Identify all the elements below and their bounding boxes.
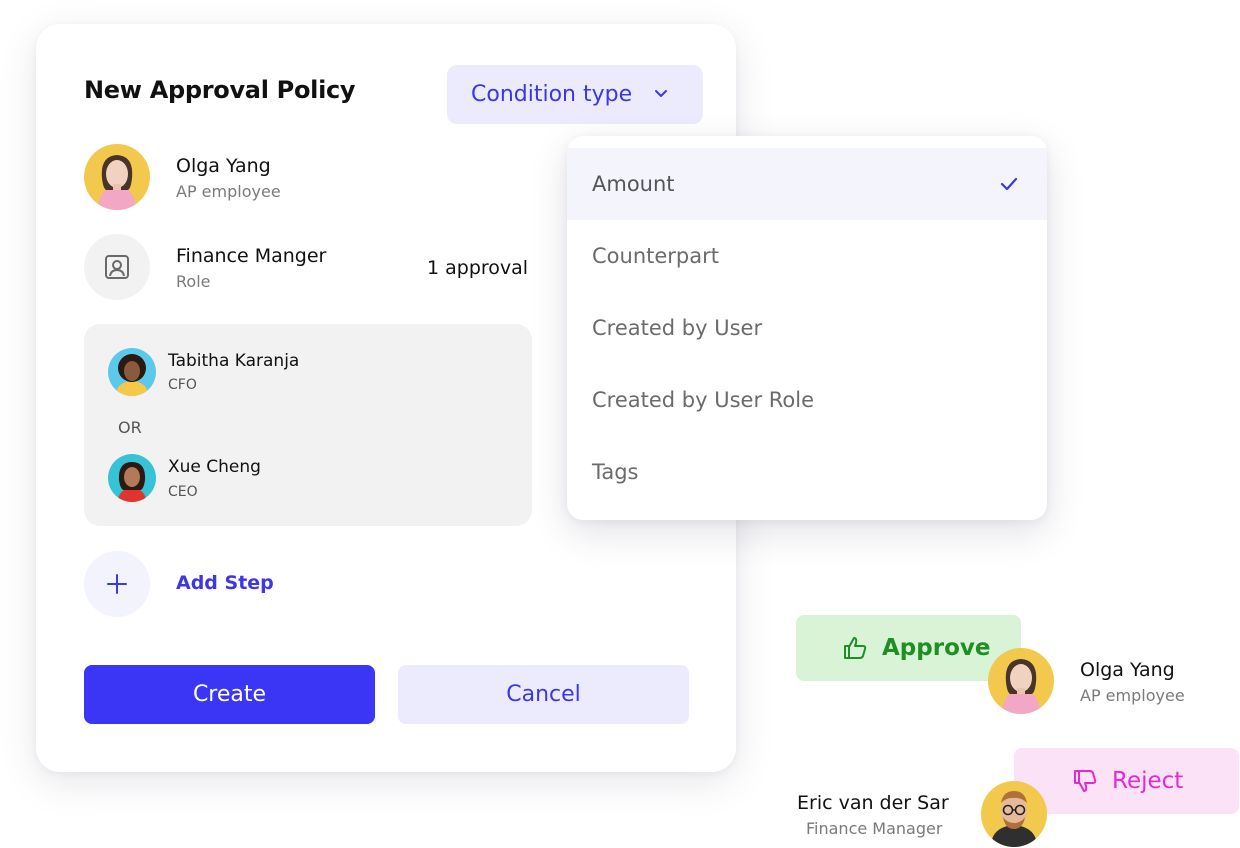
approver-name: Xue Cheng — [168, 457, 261, 477]
avatar-xue-cheng — [108, 454, 156, 502]
step-role-name: Finance Manger — [176, 245, 327, 267]
approve-button[interactable]: Approve — [796, 615, 1021, 681]
dropdown-option-label: Counterpart — [592, 244, 719, 268]
step-role-subtitle: Role — [176, 272, 211, 291]
approver-user-subtitle: AP employee — [1080, 686, 1185, 705]
avatar-tabitha-karanja — [108, 348, 156, 396]
or-separator: OR — [118, 418, 142, 437]
avatar-olga-yang — [84, 144, 150, 210]
dropdown-option-label: Amount — [592, 172, 675, 196]
avatar-eric-van-der-sar — [981, 781, 1047, 847]
thumbs-down-icon — [1074, 770, 1097, 792]
condition-type-label: Condition type — [471, 82, 633, 107]
avatar-olga-yang — [988, 648, 1054, 714]
cancel-button[interactable]: Cancel — [398, 665, 689, 724]
dropdown-option-created-by-user[interactable]: Created by User — [567, 292, 1047, 364]
or-approver-group: Tabitha Karanja CFO OR Xue Cheng CEO — [84, 324, 532, 526]
step-user-subtitle: AP employee — [176, 182, 281, 201]
page-title: New Approval Policy — [84, 76, 356, 104]
approve-label: Approve — [882, 635, 991, 661]
add-step-button[interactable] — [84, 551, 150, 617]
step-user-name: Olga Yang — [176, 155, 271, 177]
condition-type-button[interactable]: Condition type — [447, 65, 703, 124]
plus-icon — [107, 574, 127, 594]
dropdown-option-label: Tags — [592, 460, 639, 484]
reject-label: Reject — [1112, 768, 1184, 794]
dropdown-option-label: Created by User — [592, 316, 763, 340]
dropdown-option-tags[interactable]: Tags — [567, 436, 1047, 508]
dropdown-option-counterpart[interactable]: Counterpart — [567, 220, 1047, 292]
role-badge — [84, 234, 150, 300]
rejecter-user-subtitle: Finance Manager — [806, 819, 943, 838]
condition-type-dropdown: Amount Counterpart Created by User Creat… — [567, 136, 1047, 520]
create-button[interactable]: Create — [84, 665, 375, 724]
approver-subtitle: CEO — [168, 484, 198, 500]
dropdown-option-amount[interactable]: Amount — [567, 148, 1047, 220]
chevron-down-icon — [655, 90, 667, 97]
approver-user-name: Olga Yang — [1080, 659, 1175, 681]
reject-button[interactable]: Reject — [1014, 748, 1239, 814]
rejecter-user-name: Eric van der Sar — [797, 792, 949, 814]
approver-name: Tabitha Karanja — [168, 351, 300, 371]
dropdown-option-created-by-user-role[interactable]: Created by User Role — [567, 364, 1047, 436]
add-step-link[interactable]: Add Step — [176, 572, 274, 594]
dropdown-option-label: Created by User Role — [592, 388, 815, 412]
checkmark-icon — [1000, 177, 1018, 191]
user-id-icon — [105, 255, 129, 279]
thumbs-up-icon — [844, 637, 867, 659]
approval-count: 1 approval — [427, 257, 529, 279]
approver-subtitle: CFO — [168, 377, 197, 393]
